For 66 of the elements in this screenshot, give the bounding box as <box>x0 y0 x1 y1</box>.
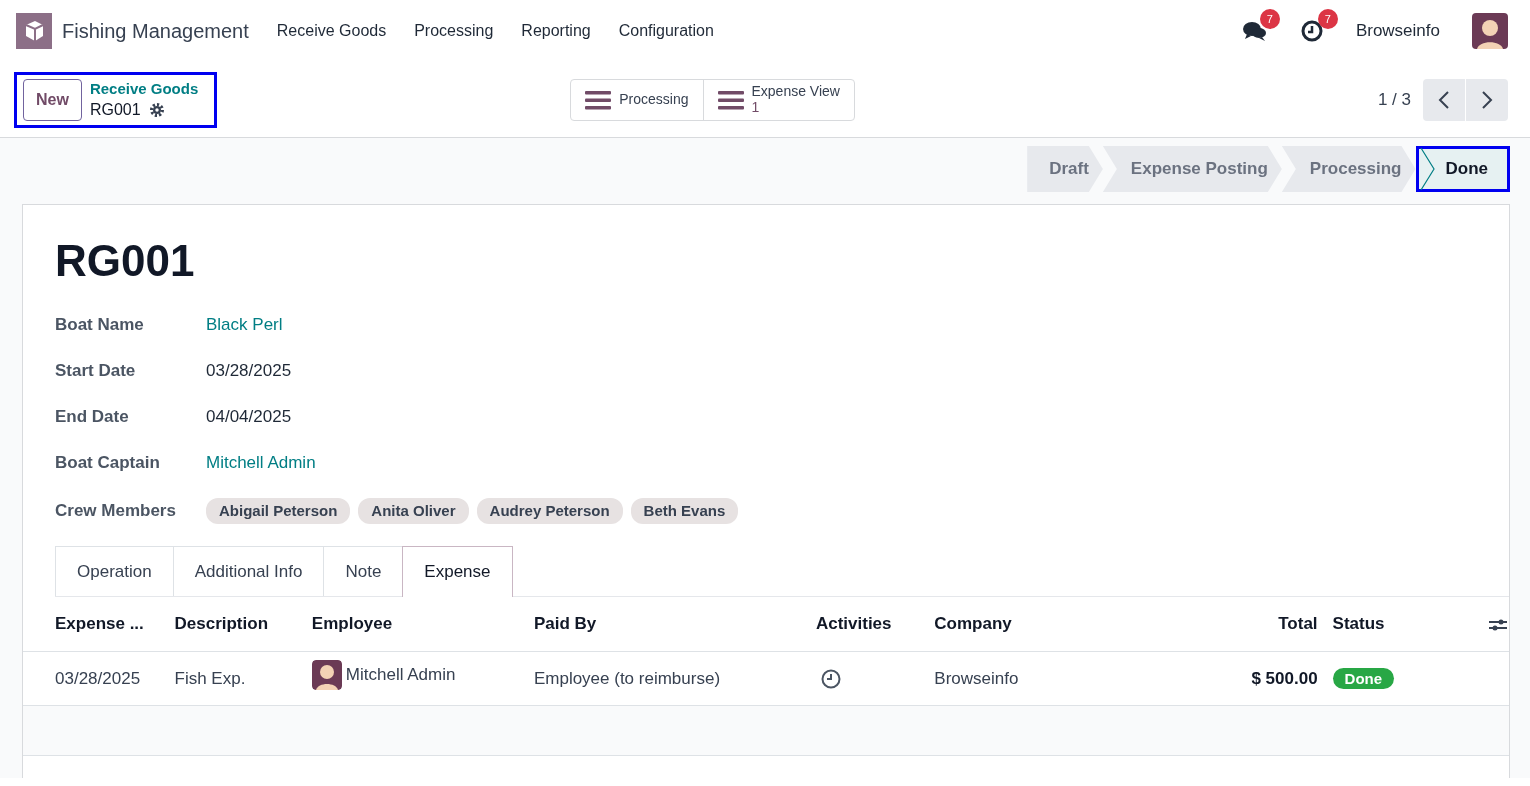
app-logo-icon[interactable] <box>16 13 52 49</box>
user-avatar <box>311 659 342 690</box>
chevron-left-icon <box>1438 90 1450 111</box>
column-header[interactable]: Expense ... <box>23 597 174 652</box>
menu-item[interactable]: Processing <box>414 19 494 43</box>
column-header[interactable]: Company <box>933 597 1196 652</box>
smart-button[interactable]: Expense View 1 <box>702 79 854 120</box>
chevron-right-icon <box>1419 146 1436 192</box>
record-title: RG001 <box>54 235 196 287</box>
table-cell: Fish Exp. <box>173 651 311 706</box>
field-link[interactable]: Mitchell Admin <box>206 450 316 476</box>
table-cell: Browseinfo <box>933 651 1196 706</box>
column-header[interactable]: Status <box>1318 597 1438 652</box>
notification-count: 7 <box>1259 9 1280 29</box>
table-cell: Employee (to reimburse) <box>532 651 815 706</box>
column-header[interactable]: Total <box>1195 597 1319 652</box>
table-cell-text: Mitchell Admin <box>345 663 456 686</box>
smart-button-count: 1 <box>751 99 760 115</box>
table-cell: $ 500.00 <box>1195 651 1319 706</box>
field-label: Start Date <box>55 360 137 383</box>
form-tab[interactable]: Operation <box>55 545 174 597</box>
field-label: Boat Captain <box>55 452 161 475</box>
menu-item[interactable]: Configuration <box>618 19 714 43</box>
field-value: 03/28/2025 <box>206 360 292 383</box>
activities-icon[interactable] <box>1299 19 1324 43</box>
clock-icon[interactable] <box>819 668 842 691</box>
pager-value: 1 / 3 <box>1377 88 1411 111</box>
status-badge: Done <box>1332 667 1395 689</box>
column-header[interactable]: Description <box>173 597 311 652</box>
notification-count: 7 <box>1317 9 1338 29</box>
list-icon <box>585 89 612 110</box>
crew-tag[interactable]: Beth Evans <box>630 497 739 525</box>
user-avatar[interactable] <box>1472 13 1508 49</box>
column-header[interactable]: Activities <box>814 597 934 652</box>
messages-icon[interactable] <box>1241 19 1268 43</box>
next-button[interactable] <box>1466 78 1508 121</box>
company-name[interactable]: Browseinfo <box>1355 18 1440 44</box>
crew-tag[interactable]: Audrey Peterson <box>476 497 623 525</box>
status-stage[interactable]: Expense Posting <box>1102 146 1282 192</box>
app-name: Fishing Management <box>62 19 249 44</box>
chevron-right-icon <box>1481 90 1493 111</box>
record-name: RG001 <box>89 99 141 120</box>
crew-tag[interactable]: Abigail Peterson <box>206 497 351 525</box>
column-header[interactable]: Employee <box>310 597 533 652</box>
column-header[interactable]: Paid By <box>532 597 815 652</box>
crew-tag[interactable]: Anita Oliver <box>358 497 469 525</box>
previous-button[interactable] <box>1423 78 1465 121</box>
new-button[interactable]: New <box>23 78 82 121</box>
smart-button-label: Processing <box>619 91 689 108</box>
status-stage[interactable]: Done <box>1415 146 1510 192</box>
table-cell: 03/28/2025 <box>23 651 174 706</box>
breadcrumb-link[interactable]: Receive Goods <box>89 78 199 99</box>
field-label: Boat Name <box>55 314 145 337</box>
field-value: 04/04/2025 <box>206 406 292 429</box>
status-stage[interactable]: Draft <box>1027 146 1103 192</box>
smart-button[interactable]: Processing <box>571 79 703 120</box>
menu-item[interactable]: Reporting <box>521 19 591 43</box>
list-icon <box>717 89 744 110</box>
menu-item[interactable]: Receive Goods <box>276 19 387 43</box>
smart-button-label: Expense View <box>751 84 840 100</box>
field-link[interactable]: Black Perl <box>206 312 283 338</box>
field-label: Crew Members <box>55 500 177 523</box>
field-label: End Date <box>55 406 130 429</box>
form-tab[interactable]: Expense <box>402 545 513 598</box>
gear-icon[interactable] <box>148 101 165 118</box>
status-stage[interactable]: Processing <box>1281 146 1416 192</box>
